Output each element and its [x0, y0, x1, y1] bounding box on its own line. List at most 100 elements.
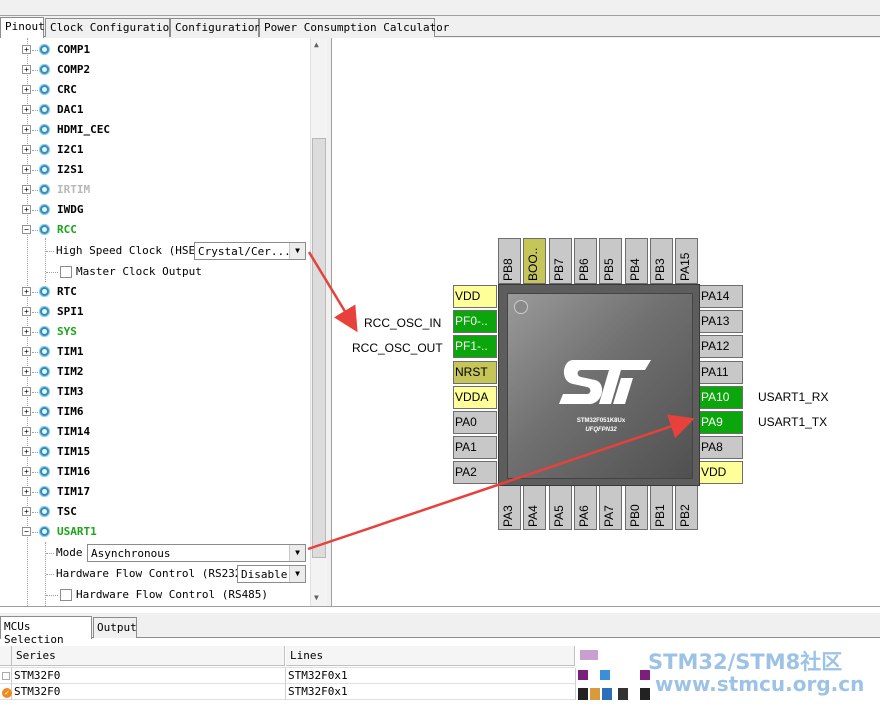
pin-pa4[interactable]: PA4 [523, 484, 547, 530]
expand-icon[interactable]: + [22, 347, 31, 356]
signal-usart1-tx: USART1_TX [758, 415, 828, 429]
signal-rcc-osc-out: RCC_OSC_OUT [352, 341, 443, 355]
pin-vdd[interactable]: VDD [453, 285, 497, 308]
expand-icon[interactable]: + [22, 387, 31, 396]
tree-item-i2c1[interactable]: + I2C1 [0, 140, 310, 160]
mco-checkbox[interactable] [60, 266, 72, 278]
pin-pa5[interactable]: PA5 [548, 484, 572, 530]
tree-item-iwdg[interactable]: + IWDG [0, 200, 310, 220]
pin-pa9[interactable]: PA9 [699, 411, 743, 434]
pin-pa11[interactable]: PA11 [699, 360, 743, 384]
expand-icon[interactable]: + [22, 205, 31, 214]
column-lines[interactable]: Lines [286, 646, 575, 666]
tree-item-i2s1[interactable]: + I2S1 [0, 160, 310, 180]
tree-item-comp1[interactable]: + COMP1 [0, 40, 310, 60]
tree-item-tim17[interactable]: + TIM17 [0, 482, 310, 502]
pin-pb4[interactable]: PB4 [624, 238, 648, 284]
pin-vdda[interactable]: VDDA [453, 385, 497, 409]
tab-power-consumption[interactable]: Power Consumption Calculator [259, 18, 449, 37]
pin-pf0[interactable]: PF0-.. [453, 310, 497, 334]
pin-pb2[interactable]: PB2 [675, 484, 699, 530]
expand-icon[interactable]: + [22, 427, 31, 436]
pin-pa1[interactable]: PA1 [453, 436, 497, 460]
tree-item-tim3[interactable]: + TIM3 [0, 382, 310, 402]
scroll-down-icon[interactable]: ▼ [314, 593, 319, 602]
expand-icon[interactable]: + [22, 145, 31, 154]
pin-pa7[interactable]: PA7 [599, 484, 623, 530]
expand-icon[interactable]: + [22, 407, 31, 416]
pin-boo[interactable]: BOO.. [523, 238, 547, 284]
scroll-thumb[interactable] [312, 138, 326, 558]
tree-item-hdmi-cec[interactable]: + HDMI_CEC [0, 120, 310, 140]
tree-item-irtim[interactable]: + IRTIM [0, 180, 310, 200]
tree-item-tim6[interactable]: + TIM6 [0, 402, 310, 422]
pin-pa14[interactable]: PA14 [699, 285, 743, 308]
pin-pa6[interactable]: PA6 [573, 484, 597, 530]
pin-pa2[interactable]: PA2 [453, 461, 497, 485]
expand-icon[interactable]: + [22, 125, 31, 134]
tree-item-comp2[interactable]: + COMP2 [0, 60, 310, 80]
tab-mcus-selection[interactable]: MCUs Selection [0, 616, 92, 646]
expand-icon[interactable]: + [22, 287, 31, 296]
expand-icon[interactable]: + [22, 45, 31, 54]
peripheral-gear-icon [39, 84, 50, 95]
flow485-label: Hardware Flow Control (RS485) [76, 588, 269, 601]
expand-icon[interactable]: + [22, 165, 31, 174]
expand-icon[interactable]: + [22, 367, 31, 376]
pin-pb3[interactable]: PB3 [649, 238, 673, 284]
scroll-up-icon[interactable]: ▲ [314, 40, 319, 49]
tree-item-usart1[interactable]: − USART1 [0, 522, 310, 542]
tree-item-spi1[interactable]: + SPI1 [0, 302, 310, 322]
expand-icon[interactable]: + [22, 307, 31, 316]
expand-icon[interactable]: + [22, 507, 31, 516]
pin-pf1[interactable]: PF1-.. [453, 335, 497, 359]
hse-select[interactable]: Crystal/Cer... ▼ [194, 242, 306, 260]
pin-pb7[interactable]: PB7 [548, 238, 572, 284]
tab-pinout[interactable]: Pinout [0, 17, 45, 38]
tree-item-tim16[interactable]: + TIM16 [0, 462, 310, 482]
flow485-checkbox[interactable] [60, 589, 72, 601]
tree-item-label: I2C1 [57, 143, 84, 156]
pin-pa15[interactable]: PA15 [675, 238, 699, 284]
pin-pb0[interactable]: PB0 [624, 484, 648, 530]
expand-icon[interactable]: + [22, 447, 31, 456]
pin-pa13[interactable]: PA13 [699, 310, 743, 334]
pin-pb1[interactable]: PB1 [649, 484, 673, 530]
tree-item-tim15[interactable]: + TIM15 [0, 442, 310, 462]
expand-icon[interactable]: + [22, 467, 31, 476]
tree-item-tim14[interactable]: + TIM14 [0, 422, 310, 442]
pin-pb6[interactable]: PB6 [573, 238, 597, 284]
expand-icon[interactable]: + [22, 487, 31, 496]
expand-icon[interactable]: + [22, 85, 31, 94]
expand-icon[interactable]: + [22, 185, 31, 194]
pin-pb8[interactable]: PB8 [498, 238, 521, 284]
tree-item-sys[interactable]: + SYS [0, 322, 310, 342]
pin-pa10[interactable]: PA10 [699, 385, 743, 409]
pin-nrst[interactable]: NRST [453, 360, 497, 384]
pin-pb5[interactable]: PB5 [599, 238, 623, 284]
tree-item-rtc[interactable]: + RTC [0, 282, 310, 302]
collapse-icon[interactable]: − [22, 225, 31, 234]
tab-output[interactable]: Output [93, 617, 137, 638]
tab-clock-configuration[interactable]: Clock Configuration [45, 18, 176, 37]
collapse-icon[interactable]: − [22, 527, 31, 536]
usart1-mode-select[interactable]: Asynchronous ▼ [87, 544, 306, 562]
flow232-select[interactable]: Disable ▼ [237, 565, 306, 583]
tree-item-tim2[interactable]: + TIM2 [0, 362, 310, 382]
pin-pa0[interactable]: PA0 [453, 411, 497, 434]
expand-icon[interactable]: + [22, 65, 31, 74]
tree-scrollbar[interactable]: ▲ ▼ [310, 38, 327, 606]
tab-configuration[interactable]: Configuration [170, 18, 261, 37]
pin-pa8[interactable]: PA8 [699, 436, 743, 460]
tree-item-tsc[interactable]: + TSC [0, 502, 310, 522]
pin-vdd[interactable]: VDD [699, 461, 743, 485]
tree-item-tim1[interactable]: + TIM1 [0, 342, 310, 362]
expand-icon[interactable]: + [22, 105, 31, 114]
expand-icon[interactable]: + [22, 327, 31, 336]
column-series[interactable]: Series [12, 646, 285, 666]
tree-item-dac1[interactable]: + DAC1 [0, 100, 310, 120]
pin-pa12[interactable]: PA12 [699, 335, 743, 359]
pin-pa3[interactable]: PA3 [498, 484, 521, 530]
tree-item-rcc[interactable]: − RCC [0, 220, 310, 240]
tree-item-crc[interactable]: + CRC [0, 80, 310, 100]
